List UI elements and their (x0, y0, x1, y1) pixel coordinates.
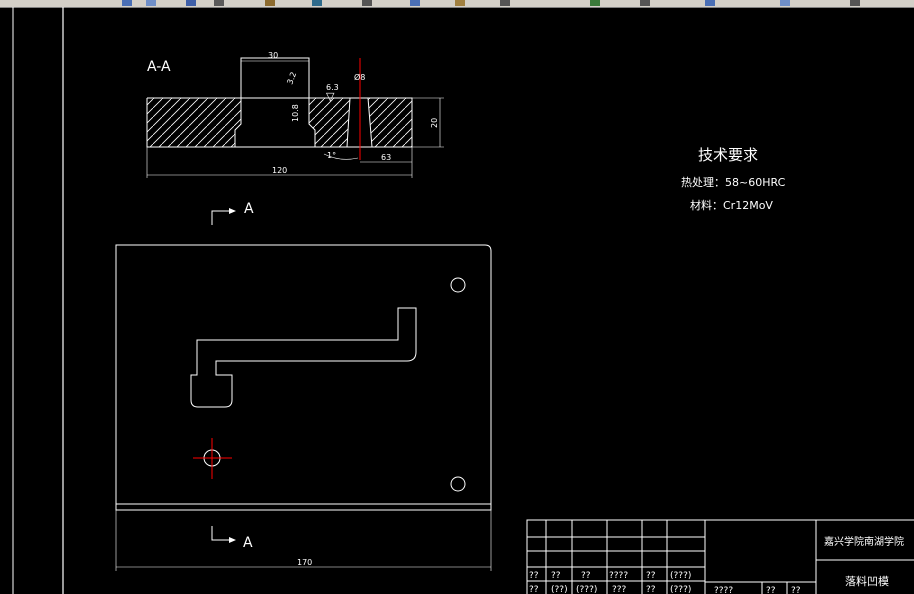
plan-view: 170 (115, 244, 492, 571)
pan-icon[interactable] (500, 0, 510, 6)
tb-r1-c4: ???? (609, 571, 628, 581)
roughness-symbol: ▽ (326, 90, 335, 103)
tb-r2-c2: (??) (551, 585, 568, 594)
cut-label-top: A (244, 201, 254, 217)
tb-r1-c5: ?? (646, 571, 656, 581)
dim-thickness: 20 (430, 118, 439, 128)
tb-r1-c3: ?? (581, 571, 591, 581)
tb-r2-c5: ?? (646, 585, 656, 594)
copy-icon[interactable] (410, 0, 420, 6)
dim-plan-width: 170 (297, 558, 312, 567)
block-icon[interactable] (780, 0, 790, 6)
tech-material: 材料：Cr12MoV (690, 198, 773, 212)
tb-r2-c4: ??? (612, 585, 627, 594)
redo-icon[interactable] (312, 0, 322, 6)
plate-outline (115, 244, 492, 511)
dim-inner-height: 10.8 (291, 104, 300, 122)
section-view: A-A 30 3.2 10.8 6.3 ▽ Ø8 20 1° 63 120 (146, 51, 444, 178)
tech-heading: 技术要求 (698, 146, 758, 164)
properties-icon[interactable] (640, 0, 650, 6)
paste-icon[interactable] (455, 0, 465, 6)
dim-offset: 63 (381, 153, 391, 162)
tech-heat-treatment: 热处理：58~60HRC (681, 176, 786, 189)
section-title: A-A (147, 59, 171, 75)
tb-r1-c6: (???) (670, 571, 691, 581)
cut-plane-bottom: A (211, 526, 253, 551)
section-hatch-left (147, 98, 241, 147)
dim-hole-dia: Ø8 (354, 72, 365, 82)
save-icon[interactable] (186, 0, 196, 6)
zoom-icon[interactable] (590, 0, 600, 6)
dim-depth: 3.2 (285, 71, 298, 86)
cut-plane-top: A (211, 201, 254, 225)
pin-hole-bottom (450, 476, 466, 492)
title-block-text: 嘉兴学院南湖学院 落料凹模 ?? ?? ?? ???? ?? (???) ?? … (529, 535, 904, 594)
cut-label-bottom: A (243, 535, 253, 551)
undo-icon[interactable] (265, 0, 275, 6)
help-icon[interactable] (850, 0, 860, 6)
dim-width: 120 (272, 166, 287, 175)
tb-r2-c8: ?? (766, 586, 776, 594)
die-cavity-outline (190, 307, 417, 408)
tb-r1-c1: ?? (529, 571, 539, 581)
dim-angle: 1° (327, 151, 336, 160)
layer-icon[interactable] (705, 0, 715, 6)
drawing-canvas[interactable]: A-A 30 3.2 10.8 6.3 ▽ Ø8 20 1° 63 120 A (0, 7, 914, 594)
dim-top-width: 30 (268, 51, 278, 60)
section-counterbore (234, 97, 316, 148)
tb-r2-c6: (???) (670, 585, 691, 594)
tb-r2-c3: (???) (576, 585, 597, 594)
print-icon[interactable] (214, 0, 224, 6)
tb-r2-c7: ???? (714, 586, 733, 594)
tb-r1-c2: ?? (551, 571, 561, 581)
school-name: 嘉兴学院南湖学院 (824, 535, 904, 548)
new-file-icon[interactable] (122, 0, 132, 6)
tb-r2-c9: ?? (791, 586, 801, 594)
part-name: 落料凹模 (845, 574, 889, 588)
pin-hole-top (450, 277, 466, 293)
tech-requirements: 技术要求 热处理：58~60HRC 材料：Cr12MoV (681, 146, 786, 212)
open-icon[interactable] (146, 0, 156, 6)
tb-r2-c1: ?? (529, 585, 539, 594)
cut-icon[interactable] (362, 0, 372, 6)
